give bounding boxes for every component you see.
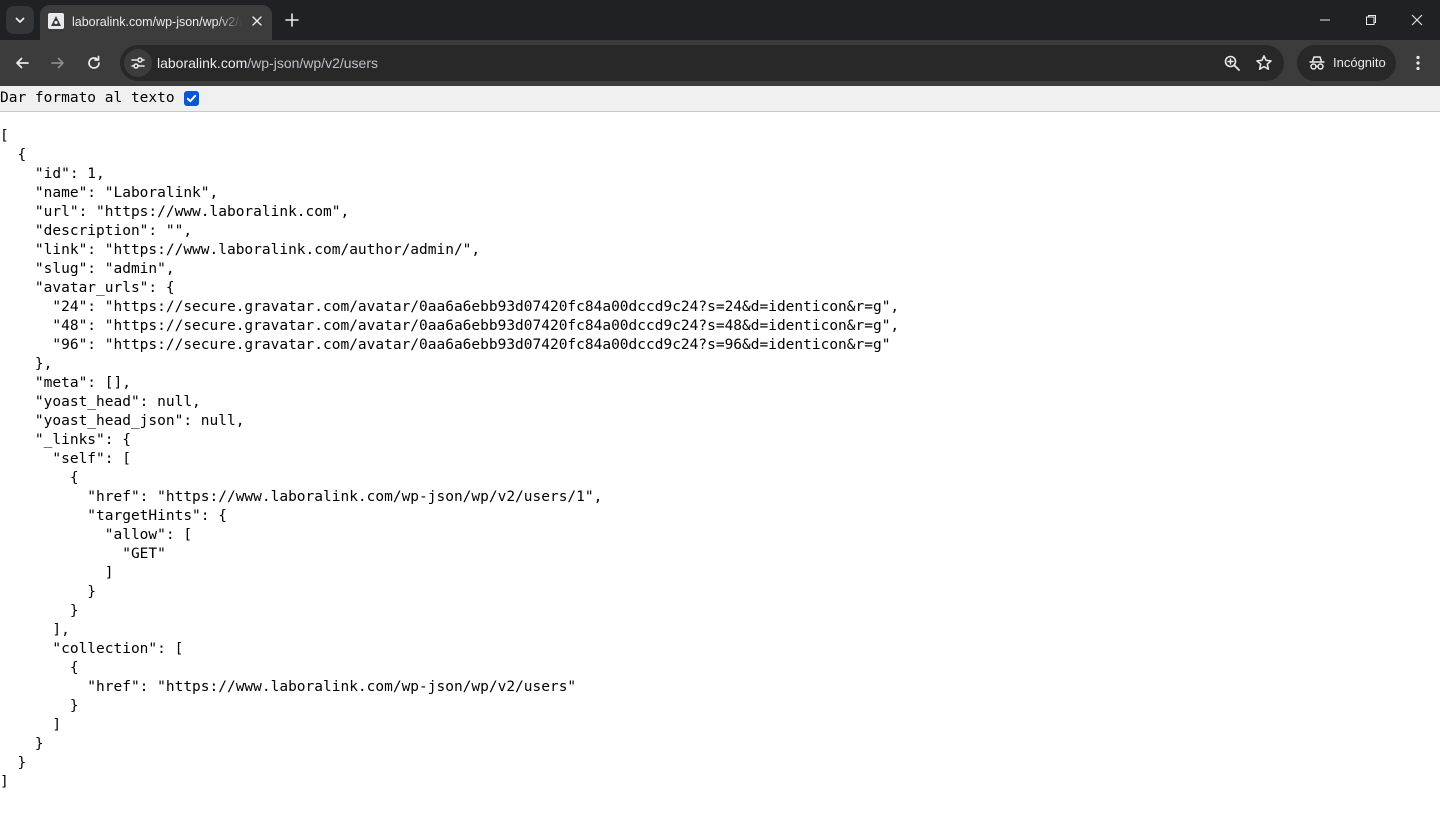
json-line: "id": 1, (0, 166, 105, 182)
json-line: "slug": "admin", (0, 261, 175, 277)
address-bar[interactable]: laboralink.com/wp-json/wp/v2/users (120, 45, 1284, 81)
json-line: }, (0, 356, 53, 372)
incognito-label: Incógnito (1333, 55, 1386, 70)
checkmark-icon (186, 94, 197, 103)
new-tab-plus-icon[interactable] (280, 8, 304, 32)
tab-close-icon[interactable] (247, 11, 267, 31)
json-line: "GET" (0, 546, 166, 562)
zoom-icon[interactable] (1220, 51, 1244, 75)
url-path: /wp-json/wp/v2/users (247, 55, 378, 71)
tab-title: laboralink.com/wp-json/wp/v2/users (72, 15, 242, 29)
site-info-button[interactable] (124, 49, 152, 77)
pretty-print-bar: Dar formato al texto (0, 86, 1440, 112)
window-minimize-icon[interactable] (1302, 0, 1348, 40)
json-line: "name": "Laboralink", (0, 185, 219, 201)
json-line: "href": "https://www.laboralink.com/wp-j… (0, 489, 603, 505)
json-line: "96": "https://secure.gravatar.com/avata… (0, 337, 891, 353)
incognito-icon (1309, 56, 1325, 70)
arrow-right-icon (51, 57, 64, 69)
json-line: "self": [ (0, 451, 131, 467)
json-line: "48": "https://secure.gravatar.com/avata… (0, 318, 900, 334)
back-button[interactable] (6, 47, 38, 79)
pretty-print-label: Dar formato al texto (0, 90, 175, 106)
json-line: "targetHints": { (0, 508, 227, 524)
kebab-menu-icon (1416, 55, 1420, 71)
json-line: "24": "https://secure.gravatar.com/avata… (0, 299, 900, 315)
arrow-left-icon (16, 57, 29, 69)
json-line: "collection": [ (0, 641, 184, 657)
json-line: ] (0, 774, 9, 790)
forward-button[interactable] (42, 47, 74, 79)
json-line: "yoast_head_json": null, (0, 413, 245, 429)
reload-button[interactable] (78, 47, 110, 79)
reload-icon (88, 55, 100, 69)
json-line: ] (0, 565, 114, 581)
tab-search-button[interactable] (6, 6, 34, 34)
json-line: "meta": [], (0, 375, 131, 391)
json-line: [ (0, 128, 9, 144)
bookmark-star-icon[interactable] (1252, 51, 1276, 75)
browser-menu-button[interactable] (1404, 47, 1432, 79)
chevron-down-icon (15, 17, 25, 23)
json-line: "allow": [ (0, 527, 193, 543)
site-favicon-icon (48, 13, 64, 29)
json-line: "url": "https://www.laboralink.com", (0, 204, 350, 220)
json-line: "href": "https://www.laboralink.com/wp-j… (0, 679, 577, 695)
active-tab[interactable]: laboralink.com/wp-json/wp/v2/users (40, 5, 272, 40)
window-close-icon[interactable] (1394, 0, 1440, 40)
url-text[interactable]: laboralink.com/wp-json/wp/v2/users (157, 54, 378, 72)
json-line: } (0, 736, 44, 752)
window-restore-icon[interactable] (1348, 0, 1394, 40)
json-line: "avatar_urls": { (0, 280, 175, 296)
tab-strip: laboralink.com/wp-json/wp/v2/users (0, 0, 1440, 40)
json-line: "_links": { (0, 432, 131, 448)
json-line: } (0, 584, 97, 600)
tune-icon (131, 57, 145, 69)
json-line: } (0, 755, 27, 771)
json-line: ], (0, 622, 70, 638)
json-line: "description": "", (0, 223, 193, 239)
json-line: ] (0, 717, 62, 733)
incognito-button[interactable]: Incógnito (1297, 45, 1396, 81)
browser-toolbar: laboralink.com/wp-json/wp/v2/users Incóg… (0, 40, 1440, 86)
pretty-print-checkbox[interactable] (184, 91, 199, 106)
json-line: "link": "https://www.laboralink.com/auth… (0, 242, 481, 258)
json-line: { (0, 147, 27, 163)
json-line: } (0, 603, 79, 619)
json-line: } (0, 698, 79, 714)
json-line: "yoast_head": null, (0, 394, 201, 410)
url-host: laboralink.com (157, 55, 248, 71)
json-line: { (0, 660, 79, 676)
json-line: { (0, 470, 79, 486)
json-content: [ { "id": 1, "name": "Laboralink", "url"… (0, 127, 899, 792)
